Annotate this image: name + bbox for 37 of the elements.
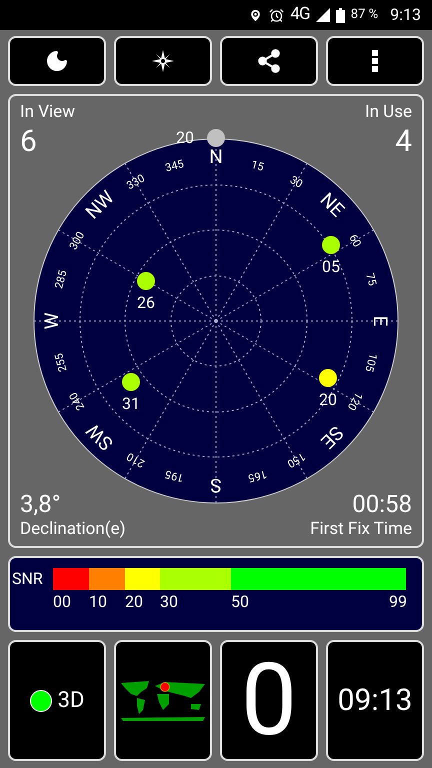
fix-time-label: First Fix Time	[310, 518, 412, 540]
moon-icon	[45, 49, 69, 73]
clock-time: 09:13	[338, 682, 412, 720]
menu-button[interactable]	[326, 36, 424, 86]
in-use-label: In Use	[364, 102, 412, 124]
fix-time-value: 00:58	[352, 488, 412, 519]
more-icon	[372, 50, 378, 72]
declination-value: 3,8°	[20, 488, 62, 519]
satellite-id: 20	[318, 392, 338, 408]
night-mode-button[interactable]	[8, 36, 106, 86]
satellite-count: 0	[240, 650, 298, 750]
network-type: 4G	[290, 3, 310, 26]
share-button[interactable]	[220, 36, 318, 86]
satellite-id: 05	[321, 259, 341, 275]
declination-label: Declination(e)	[20, 518, 126, 540]
satellite-id: 31	[121, 396, 141, 412]
satellite-id: 26	[136, 295, 156, 311]
alarm-icon	[269, 8, 284, 22]
signal-icon	[316, 8, 330, 22]
battery-icon	[336, 8, 345, 22]
compass-star-icon	[151, 49, 175, 73]
map-tile[interactable]	[114, 640, 212, 761]
snr-tick-label: 50	[231, 594, 249, 610]
snr-tick-label: 99	[389, 594, 407, 610]
in-use-count: 4	[395, 123, 412, 161]
snr-tick-label: 20	[125, 594, 143, 610]
snr-label: SNR	[12, 568, 44, 590]
status-time: 9:13	[390, 4, 421, 26]
snr-tick-label: 10	[89, 594, 107, 610]
battery-percent: 87 %	[350, 6, 378, 24]
in-view-count: 6	[20, 123, 38, 161]
share-icon	[256, 48, 282, 74]
compass-button[interactable]	[114, 36, 212, 86]
fix-type: 3D	[58, 687, 84, 715]
snr-tick-label: 00	[53, 594, 71, 610]
snr-tick-label: 30	[160, 594, 178, 610]
in-view-label: In View	[20, 102, 75, 124]
